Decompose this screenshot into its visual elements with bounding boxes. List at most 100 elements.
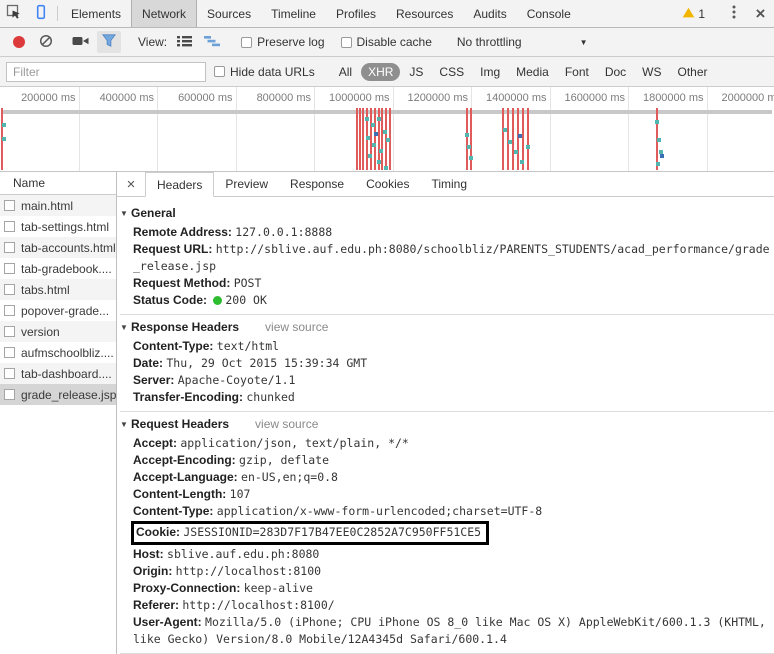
- waterfall-overview[interactable]: 200000 ms 400000 ms 600000 ms 800000 ms 1000…: [0, 87, 774, 172]
- request-row[interactable]: tab-dashboard....: [0, 363, 116, 384]
- teal-event-mark: [467, 145, 471, 149]
- devtools-menu-button[interactable]: [720, 5, 747, 22]
- view-list-button[interactable]: [171, 35, 198, 50]
- resource-type-filter[interactable]: XHR: [361, 62, 401, 81]
- filter-input[interactable]: [6, 61, 206, 82]
- list-view-icon: [177, 35, 193, 50]
- devtools-tab[interactable]: Sources: [197, 0, 261, 27]
- resource-type-filter[interactable]: Media: [509, 63, 556, 81]
- request-row[interactable]: grade_release.jsp: [0, 384, 116, 405]
- file-icon: [4, 368, 15, 379]
- request-row[interactable]: tabs.html: [0, 279, 116, 300]
- devtools-tab[interactable]: Elements: [61, 0, 131, 27]
- blue-event-mark: [660, 154, 664, 158]
- ruler-tick-label: 800000 ms: [256, 92, 311, 104]
- record-network-log-button[interactable]: [13, 36, 25, 48]
- console-warning-badge[interactable]: 1: [674, 7, 713, 21]
- detail-tab[interactable]: Response: [279, 172, 355, 196]
- name-column-header[interactable]: Name: [0, 172, 116, 195]
- disable-cache-label: Disable cache: [356, 35, 432, 49]
- network-toolbar: View: Preserve log Disable cache No thro…: [0, 28, 774, 57]
- header-value: 127.0.0.1:8888: [235, 225, 333, 239]
- clear-network-log-button[interactable]: [33, 34, 59, 51]
- resource-type-label: All: [338, 64, 353, 79]
- header-line: Request URL: http://sblive.auf.edu.ph:80…: [133, 241, 772, 275]
- teal-event-mark: [377, 117, 381, 121]
- resource-type-filter[interactable]: Doc: [598, 63, 633, 81]
- devtools-tab[interactable]: Profiles: [326, 0, 386, 27]
- header-value: application/json, text/plain, */*: [180, 436, 409, 450]
- ruler-tick-label: 400000 ms: [99, 92, 154, 104]
- devtools-close-button[interactable]: ×: [747, 4, 774, 24]
- devtools-tab[interactable]: Audits: [463, 0, 516, 27]
- resource-type-filter[interactable]: All: [332, 63, 359, 81]
- resource-type-label: Other: [677, 64, 708, 79]
- teal-event-mark: [377, 160, 381, 164]
- ruler-gridline: [392, 87, 394, 171]
- detail-tab-label: Timing: [431, 177, 468, 191]
- file-icon: [4, 200, 15, 211]
- resource-type-filter[interactable]: Font: [558, 63, 596, 81]
- request-row[interactable]: popover-grade...: [0, 300, 116, 321]
- request-name: version: [21, 324, 60, 339]
- request-row[interactable]: tab-accounts.html: [0, 237, 116, 258]
- filter-toggle-button[interactable]: [97, 31, 121, 53]
- devtools-tab[interactable]: Console: [517, 0, 581, 27]
- header-line: Accept-Language: en-US,en;q=0.8: [133, 469, 772, 486]
- header-line: Origin: http://localhost:8100: [133, 563, 772, 580]
- view-source-link[interactable]: view source: [255, 417, 318, 431]
- resource-type-filter[interactable]: JS: [402, 63, 430, 81]
- view-waterfall-button[interactable]: [198, 35, 226, 50]
- request-name: tab-dashboard....: [21, 366, 112, 381]
- resource-type-filter[interactable]: CSS: [432, 63, 471, 81]
- resource-type-label: CSS: [439, 64, 465, 79]
- file-icon: [4, 347, 15, 358]
- request-row[interactable]: version: [0, 321, 116, 342]
- resource-type-filter[interactable]: Img: [473, 63, 507, 81]
- devtools-tab-label: Resources: [396, 6, 454, 21]
- resource-type-filter[interactable]: WS: [635, 63, 668, 81]
- preserve-log-checkbox[interactable]: Preserve log: [241, 35, 325, 49]
- resource-type-filter[interactable]: Other: [671, 63, 715, 81]
- request-row[interactable]: main.html: [0, 195, 116, 216]
- header-name: User-Agent:: [133, 615, 202, 629]
- throttling-select[interactable]: No throttling ▼: [457, 35, 588, 49]
- capture-screenshots-button[interactable]: [66, 35, 95, 50]
- detail-tab[interactable]: Preview: [214, 172, 279, 196]
- request-row[interactable]: aufmschoolbliz....: [0, 342, 116, 363]
- ruler-gridline: [78, 87, 80, 171]
- devtools-tab-label: Sources: [207, 6, 252, 21]
- header-line: User-Agent: Mozilla/5.0 (iPhone; CPU iPh…: [133, 614, 772, 648]
- resource-type-label: Media: [516, 64, 549, 79]
- request-name: tabs.html: [21, 282, 70, 297]
- request-row[interactable]: tab-settings.html: [0, 216, 116, 237]
- inspect-element-button[interactable]: [0, 0, 27, 27]
- header-name: Origin:: [133, 564, 173, 578]
- throttling-value: No throttling: [456, 35, 522, 49]
- devtools-tab[interactable]: Network: [131, 0, 198, 27]
- devtools-tab[interactable]: Resources: [386, 0, 463, 27]
- header-value: text/html: [216, 339, 280, 353]
- disable-cache-checkbox[interactable]: Disable cache: [340, 35, 432, 49]
- hide-data-urls-checkbox[interactable]: Hide data URLs: [214, 65, 315, 79]
- teal-event-mark: [2, 123, 6, 127]
- toggle-device-toolbar-button[interactable]: [27, 0, 54, 27]
- request-row[interactable]: tab-gradebook....: [0, 258, 116, 279]
- devtools-tab[interactable]: Timeline: [261, 0, 326, 27]
- detail-tab[interactable]: Headers: [145, 172, 215, 197]
- response-headers-section-header[interactable]: ▼ Response Headers view source: [120, 318, 774, 336]
- detail-tab[interactable]: Timing: [420, 172, 478, 196]
- detail-tab[interactable]: Cookies: [355, 172, 420, 196]
- header-name: Content-Length:: [133, 487, 227, 501]
- view-label: View:: [138, 35, 168, 49]
- close-icon: ×: [126, 175, 136, 193]
- request-headers-section-header[interactable]: ▼ Request Headers view source: [120, 415, 774, 433]
- devtools-tab-label: Elements: [71, 6, 122, 21]
- header-line: Server: Apache-Coyote/1.1: [133, 372, 772, 389]
- ruler-tick-label: 1200000 ms: [407, 92, 468, 104]
- close-detail-button[interactable]: ×: [117, 172, 145, 196]
- view-source-link[interactable]: view source: [265, 320, 328, 334]
- general-section-header[interactable]: ▼ General: [120, 204, 774, 222]
- preserve-log-label: Preserve log: [257, 35, 325, 49]
- header-name: Accept-Language:: [133, 470, 238, 484]
